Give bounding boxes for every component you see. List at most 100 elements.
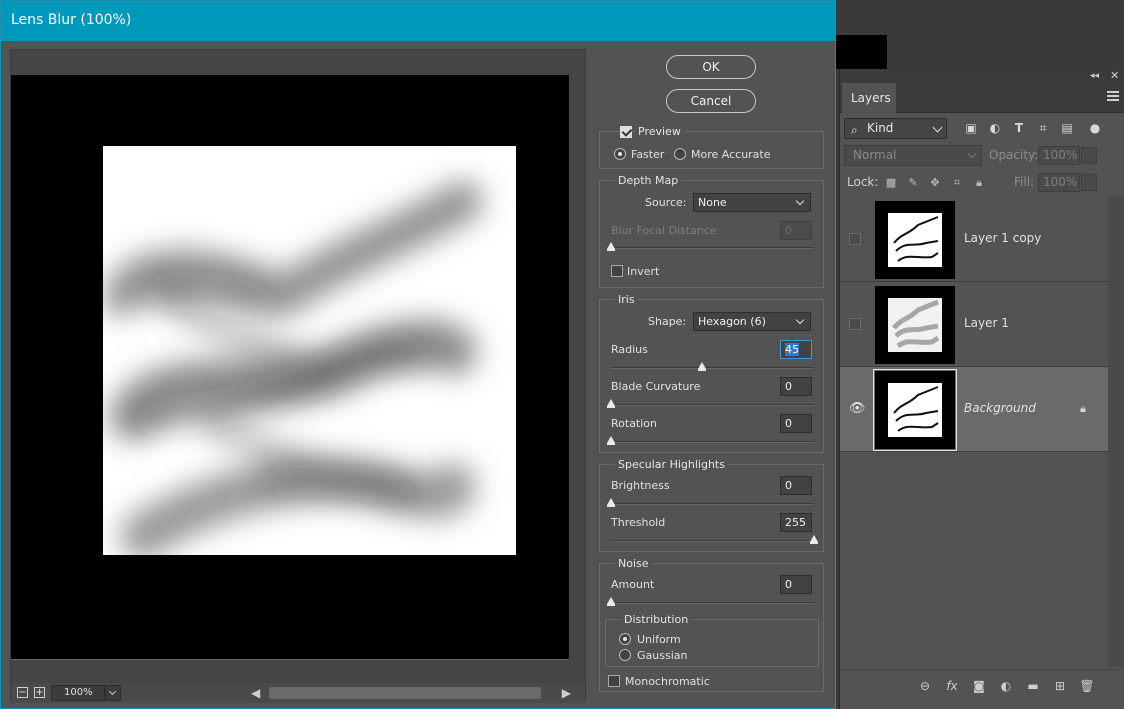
iris-group: Iris Shape: Hexagon (6) Radius 45 Blade …: [599, 293, 824, 453]
noise-group: Noise Amount 0 Distribution Uniform Gaus…: [599, 557, 824, 692]
kind-filter-select[interactable]: ⌕ Kind: [844, 118, 947, 139]
radius-slider[interactable]: [611, 362, 814, 371]
shape-value: Hexagon (6): [698, 315, 766, 328]
layers-scrollbar[interactable]: [1108, 197, 1124, 667]
slider-knob[interactable]: [607, 436, 615, 445]
source-select[interactable]: None: [693, 193, 811, 212]
scroll-right-icon[interactable]: ▶: [562, 686, 571, 700]
pixel-filter-icon[interactable]: ▣: [964, 121, 978, 135]
fx-icon[interactable]: fx: [944, 678, 960, 694]
layer-row-layer-1-copy[interactable]: Layer 1 copy: [840, 197, 1108, 282]
layers-footer: ⊖ fx ◙ ◐ ▬ ⊞ 🗑︎: [840, 669, 1124, 709]
adjustment-layer-icon[interactable]: ◐: [998, 678, 1014, 694]
slider-knob[interactable]: [698, 362, 706, 371]
filter-toggle-icon[interactable]: ●: [1088, 121, 1102, 135]
brightness-field[interactable]: 0: [780, 476, 812, 495]
layer-row-layer-1[interactable]: Layer 1: [840, 282, 1108, 367]
uniform-radio[interactable]: [619, 633, 631, 645]
cancel-button[interactable]: Cancel: [666, 89, 756, 113]
slider-knob[interactable]: [607, 597, 615, 606]
chevron-down-icon: [967, 149, 977, 159]
layer-row-background[interactable]: 👁︎ Background 🔒︎: [840, 367, 1108, 452]
type-filter-icon[interactable]: T: [1012, 121, 1026, 135]
radius-field[interactable]: 45: [780, 340, 812, 359]
visibility-toggle[interactable]: [849, 318, 861, 330]
preview-label: Preview: [635, 125, 684, 138]
collapse-panel-icon[interactable]: ◂◂: [1090, 69, 1099, 83]
blur-focal-distance-slider[interactable]: [607, 242, 814, 251]
fill-dropdown[interactable]: [1081, 174, 1097, 191]
scrollbar-thumb[interactable]: [269, 687, 541, 699]
slider-knob[interactable]: [607, 498, 615, 507]
new-group-icon[interactable]: ▬: [1025, 678, 1041, 694]
gaussian-radio[interactable]: [619, 649, 631, 661]
tab-layers[interactable]: Layers: [842, 83, 896, 113]
faster-radio[interactable]: [614, 148, 626, 160]
fill-value: 100%: [1043, 175, 1078, 189]
layer-name: Layer 1: [964, 316, 1009, 330]
visibility-toggle[interactable]: [849, 233, 861, 245]
document-canvas-edge: [836, 35, 887, 69]
scroll-left-icon[interactable]: ◀: [251, 686, 260, 700]
zoom-level[interactable]: 100%: [51, 685, 105, 701]
link-layers-icon[interactable]: ⊖: [917, 678, 933, 694]
invert-label: Invert: [627, 265, 660, 278]
threshold-field[interactable]: 255: [780, 513, 812, 532]
shape-select[interactable]: Hexagon (6): [693, 312, 811, 331]
rotation-slider[interactable]: [607, 436, 814, 445]
faster-label: Faster: [631, 148, 665, 161]
blur-focal-distance-label: Blur Focal Distance: [611, 224, 717, 237]
amount-slider[interactable]: [607, 597, 814, 606]
radius-value: 45: [785, 343, 799, 356]
specular-highlights-title: Specular Highlights: [615, 458, 728, 471]
blade-curvature-label: Blade Curvature: [611, 380, 701, 393]
lock-artboard-icon[interactable]: ⌗: [950, 176, 964, 190]
panel-menu-icon[interactable]: [1107, 91, 1119, 103]
radius-label: Radius: [611, 343, 648, 356]
lock-all-icon[interactable]: 🔒︎: [972, 176, 986, 190]
eye-icon[interactable]: 👁︎: [849, 402, 866, 415]
brightness-slider[interactable]: [607, 498, 814, 507]
close-panel-icon[interactable]: ✕: [1110, 69, 1119, 83]
lock-position-icon[interactable]: ✥: [928, 176, 942, 190]
smart-object-filter-icon[interactable]: ▤: [1060, 121, 1074, 135]
search-icon: ⌕: [851, 123, 858, 137]
opacity-dropdown[interactable]: [1081, 147, 1097, 164]
slider-knob[interactable]: [810, 535, 818, 544]
monochromatic-checkbox[interactable]: [608, 675, 620, 687]
distribution-title: Distribution: [621, 613, 692, 626]
adjustment-filter-icon[interactable]: ◐: [988, 121, 1002, 135]
ok-button[interactable]: OK: [666, 55, 756, 79]
add-mask-icon[interactable]: ◙: [971, 678, 987, 694]
preview-checkbox[interactable]: [620, 126, 632, 138]
zoom-dropdown[interactable]: [105, 685, 121, 701]
rotation-field[interactable]: 0: [780, 414, 812, 433]
lock-label: Lock:: [847, 175, 879, 189]
lock-image-icon[interactable]: ✎: [906, 176, 920, 190]
preview-separator: [11, 659, 569, 660]
fill-field[interactable]: 100%: [1038, 173, 1097, 192]
more-accurate-radio[interactable]: [674, 148, 686, 160]
threshold-slider[interactable]: [611, 535, 818, 544]
invert-checkbox[interactable]: [611, 265, 623, 277]
blur-focal-distance-field[interactable]: 0: [780, 221, 812, 240]
zoom-out-button[interactable]: −: [17, 687, 28, 698]
lock-transparent-icon[interactable]: ▩: [884, 176, 898, 190]
shape-filter-icon[interactable]: ⌗: [1036, 121, 1050, 135]
noise-title: Noise: [615, 557, 652, 570]
slider-knob[interactable]: [607, 399, 615, 408]
thumbnail-image: [888, 298, 942, 352]
amount-field[interactable]: 0: [780, 575, 812, 594]
blade-curvature-field[interactable]: 0: [780, 377, 812, 396]
preview-image: [103, 146, 516, 555]
new-layer-icon[interactable]: ⊞: [1052, 678, 1068, 694]
slider-knob[interactable]: [607, 242, 615, 251]
opacity-label: Opacity:: [989, 148, 1039, 162]
blend-mode-select[interactable]: Normal: [844, 145, 982, 166]
opacity-field[interactable]: 100%: [1038, 146, 1097, 165]
blade-curvature-slider[interactable]: [607, 399, 814, 408]
dialog-titlebar[interactable]: Lens Blur (100%): [1, 1, 835, 41]
zoom-in-button[interactable]: +: [34, 687, 45, 698]
horizontal-scrollbar[interactable]: ◀ ▶: [251, 686, 571, 700]
trash-icon[interactable]: 🗑︎: [1079, 678, 1095, 694]
